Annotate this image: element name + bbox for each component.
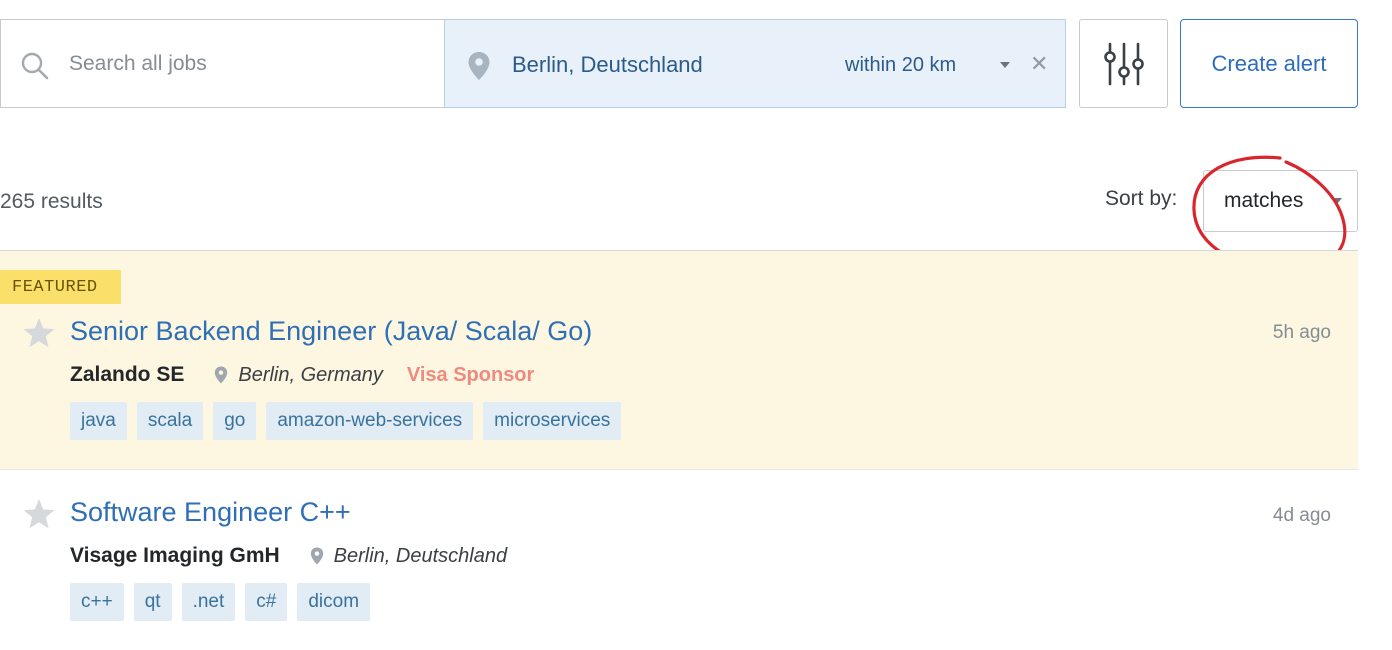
job-location: Berlin, Germany — [238, 363, 383, 386]
search-icon — [21, 52, 49, 80]
location-field[interactable]: Berlin, Deutschland within 20 km ✕ — [444, 19, 1066, 108]
job-meta: Zalando SE Berlin, Germany Visa Sponsor — [70, 363, 534, 387]
map-pin-icon — [215, 366, 228, 384]
sort-select[interactable]: matches — [1203, 170, 1358, 232]
job-search-page: Berlin, Deutschland within 20 km ✕ Creat… — [0, 0, 1392, 650]
tag[interactable]: java — [70, 402, 127, 440]
map-pin-icon — [310, 547, 323, 565]
star-icon[interactable] — [22, 497, 56, 531]
radius-select[interactable]: within 20 km — [845, 54, 956, 77]
map-pin-icon — [468, 52, 490, 80]
location-value: Berlin, Deutschland — [512, 52, 703, 77]
posted-time: 5h ago — [1272, 322, 1331, 343]
results-count: 265 results — [0, 190, 103, 213]
tag[interactable]: .net — [181, 583, 236, 621]
job-card[interactable]: Software Engineer C++ 4d ago Visage Imag… — [0, 471, 1358, 650]
posted-time: 4d ago — [1272, 505, 1331, 526]
tag[interactable]: qt — [133, 583, 172, 621]
tag[interactable]: go — [213, 402, 257, 440]
clear-location-button[interactable]: ✕ — [1030, 52, 1048, 76]
star-icon[interactable] — [22, 316, 56, 350]
featured-badge: FEATURED — [0, 270, 121, 304]
tag[interactable]: c# — [245, 583, 288, 621]
tag[interactable]: scala — [136, 402, 204, 440]
tag[interactable]: dicom — [297, 583, 371, 621]
tag[interactable]: microservices — [483, 402, 622, 440]
visa-sponsor-badge: Visa Sponsor — [406, 363, 535, 386]
sort-label: Sort by: — [1105, 187, 1178, 210]
create-alert-button[interactable]: Create alert — [1180, 19, 1358, 108]
chevron-down-icon[interactable] — [998, 58, 1012, 72]
company-name[interactable]: Visage Imaging GmH — [70, 544, 280, 568]
job-location: Berlin, Deutschland — [333, 544, 508, 567]
chevron-down-icon — [1332, 198, 1342, 204]
tag-list: java scala go amazon-web-services micros… — [70, 402, 622, 440]
sort-value: matches — [1224, 189, 1304, 212]
job-title-link[interactable]: Software Engineer C++ — [70, 497, 351, 528]
search-box[interactable] — [0, 19, 444, 108]
search-input[interactable] — [69, 48, 429, 80]
job-card-featured[interactable]: FEATURED Senior Backend Engineer (Java/ … — [0, 251, 1358, 469]
job-meta: Visage Imaging GmH Berlin, Deutschland — [70, 544, 507, 568]
company-name[interactable]: Zalando SE — [70, 363, 184, 387]
job-title-link[interactable]: Senior Backend Engineer (Java/ Scala/ Go… — [70, 316, 592, 347]
filter-button[interactable] — [1079, 19, 1168, 108]
divider — [0, 469, 1358, 470]
tag-list: c++ qt .net c# dicom — [70, 583, 371, 621]
sliders-icon — [1103, 42, 1144, 85]
tag[interactable]: c++ — [70, 583, 124, 621]
tag[interactable]: amazon-web-services — [266, 402, 474, 440]
